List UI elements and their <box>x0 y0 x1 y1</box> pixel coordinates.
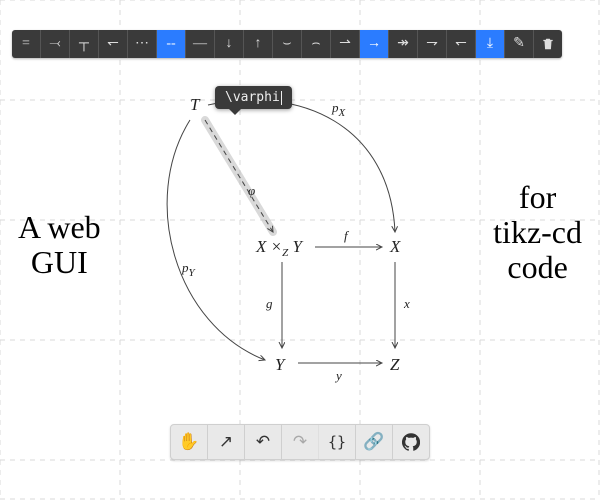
edge-y[interactable]: y <box>298 363 382 383</box>
caption-right: fortikz-cdcode <box>493 180 582 286</box>
svg-text:y: y <box>334 368 342 383</box>
head-harpoon-dn[interactable]: ↽ <box>447 30 476 58</box>
caption-left: A webGUI <box>18 210 101 280</box>
redo[interactable]: ↷ <box>282 425 319 459</box>
hand-icon: ✋ <box>178 432 199 452</box>
arrow-tool[interactable]: ↗ <box>208 425 245 459</box>
pan-tool[interactable]: ✋ <box>171 425 208 459</box>
export-code[interactable]: {} <box>319 425 356 459</box>
style-solid[interactable]: — <box>186 30 215 58</box>
node-Y[interactable]: Y <box>275 355 286 374</box>
bottom-toolbar: ✋ ↗ ↶ ↷ {} 🔗 <box>170 424 430 460</box>
bend-under[interactable]: ⌣ <box>273 30 302 58</box>
style-harpoon[interactable]: ↽ <box>99 30 128 58</box>
delete[interactable] <box>534 30 562 58</box>
head-normal[interactable]: → <box>360 30 389 58</box>
style-equals[interactable]: = <box>12 30 41 58</box>
svg-text:g: g <box>266 296 273 311</box>
arrow-icon: ↗ <box>219 432 233 452</box>
node-XxY[interactable]: X ×Z Y <box>255 237 303 259</box>
label-input[interactable]: \varphi <box>225 90 280 105</box>
svg-text:f: f <box>344 228 350 243</box>
edge-pY[interactable]: pY <box>167 120 265 360</box>
undo[interactable]: ↶ <box>245 425 282 459</box>
node-X[interactable]: X <box>389 237 401 256</box>
trash-icon <box>541 37 555 51</box>
edge-phi[interactable]: φ <box>205 120 273 232</box>
tail-bar[interactable]: ⇀ <box>331 30 360 58</box>
github-link[interactable] <box>393 425 429 459</box>
redo-icon: ↷ <box>293 432 307 452</box>
edge-x[interactable]: x <box>395 262 410 348</box>
undo-icon: ↶ <box>256 432 270 452</box>
node-Z[interactable]: Z <box>390 355 400 374</box>
github-icon <box>402 433 420 451</box>
code-icon: {} <box>328 433 346 451</box>
style-dashed[interactable]: -- <box>157 30 186 58</box>
edge-f[interactable]: f <box>315 228 382 247</box>
head-harpoon-up[interactable]: ⇁ <box>418 30 447 58</box>
text-caret <box>281 91 282 105</box>
style-pullback[interactable]: ⤙ <box>41 30 70 58</box>
link-icon: 🔗 <box>363 432 384 452</box>
bend-over[interactable]: ⌢ <box>302 30 331 58</box>
style-tee[interactable]: ┬ <box>70 30 99 58</box>
svg-text:pY: pY <box>181 260 197 279</box>
label-editor-tooltip[interactable]: \varphi <box>215 86 292 109</box>
node-T[interactable]: T <box>190 95 201 114</box>
share-link[interactable]: 🔗 <box>356 425 393 459</box>
svg-text:pX: pX <box>331 100 347 119</box>
head-strike[interactable]: ⤓ <box>476 30 505 58</box>
edit-label[interactable]: ✎ <box>505 30 534 58</box>
edge-g[interactable]: g <box>266 262 282 348</box>
head-double[interactable]: ↠ <box>389 30 418 58</box>
svg-text:x: x <box>403 296 410 311</box>
arrow-up[interactable]: ↑ <box>244 30 273 58</box>
style-dotted[interactable]: ⋯ <box>128 30 157 58</box>
arrow-down[interactable]: ↓ <box>215 30 244 58</box>
svg-text:φ: φ <box>248 183 255 198</box>
top-toolbar: = ⤙ ┬ ↽ ⋯ -- — ↓ ↑ ⌣ ⌢ ⇀ → ↠ ⇁ ↽ ⤓ ✎ <box>12 30 562 58</box>
